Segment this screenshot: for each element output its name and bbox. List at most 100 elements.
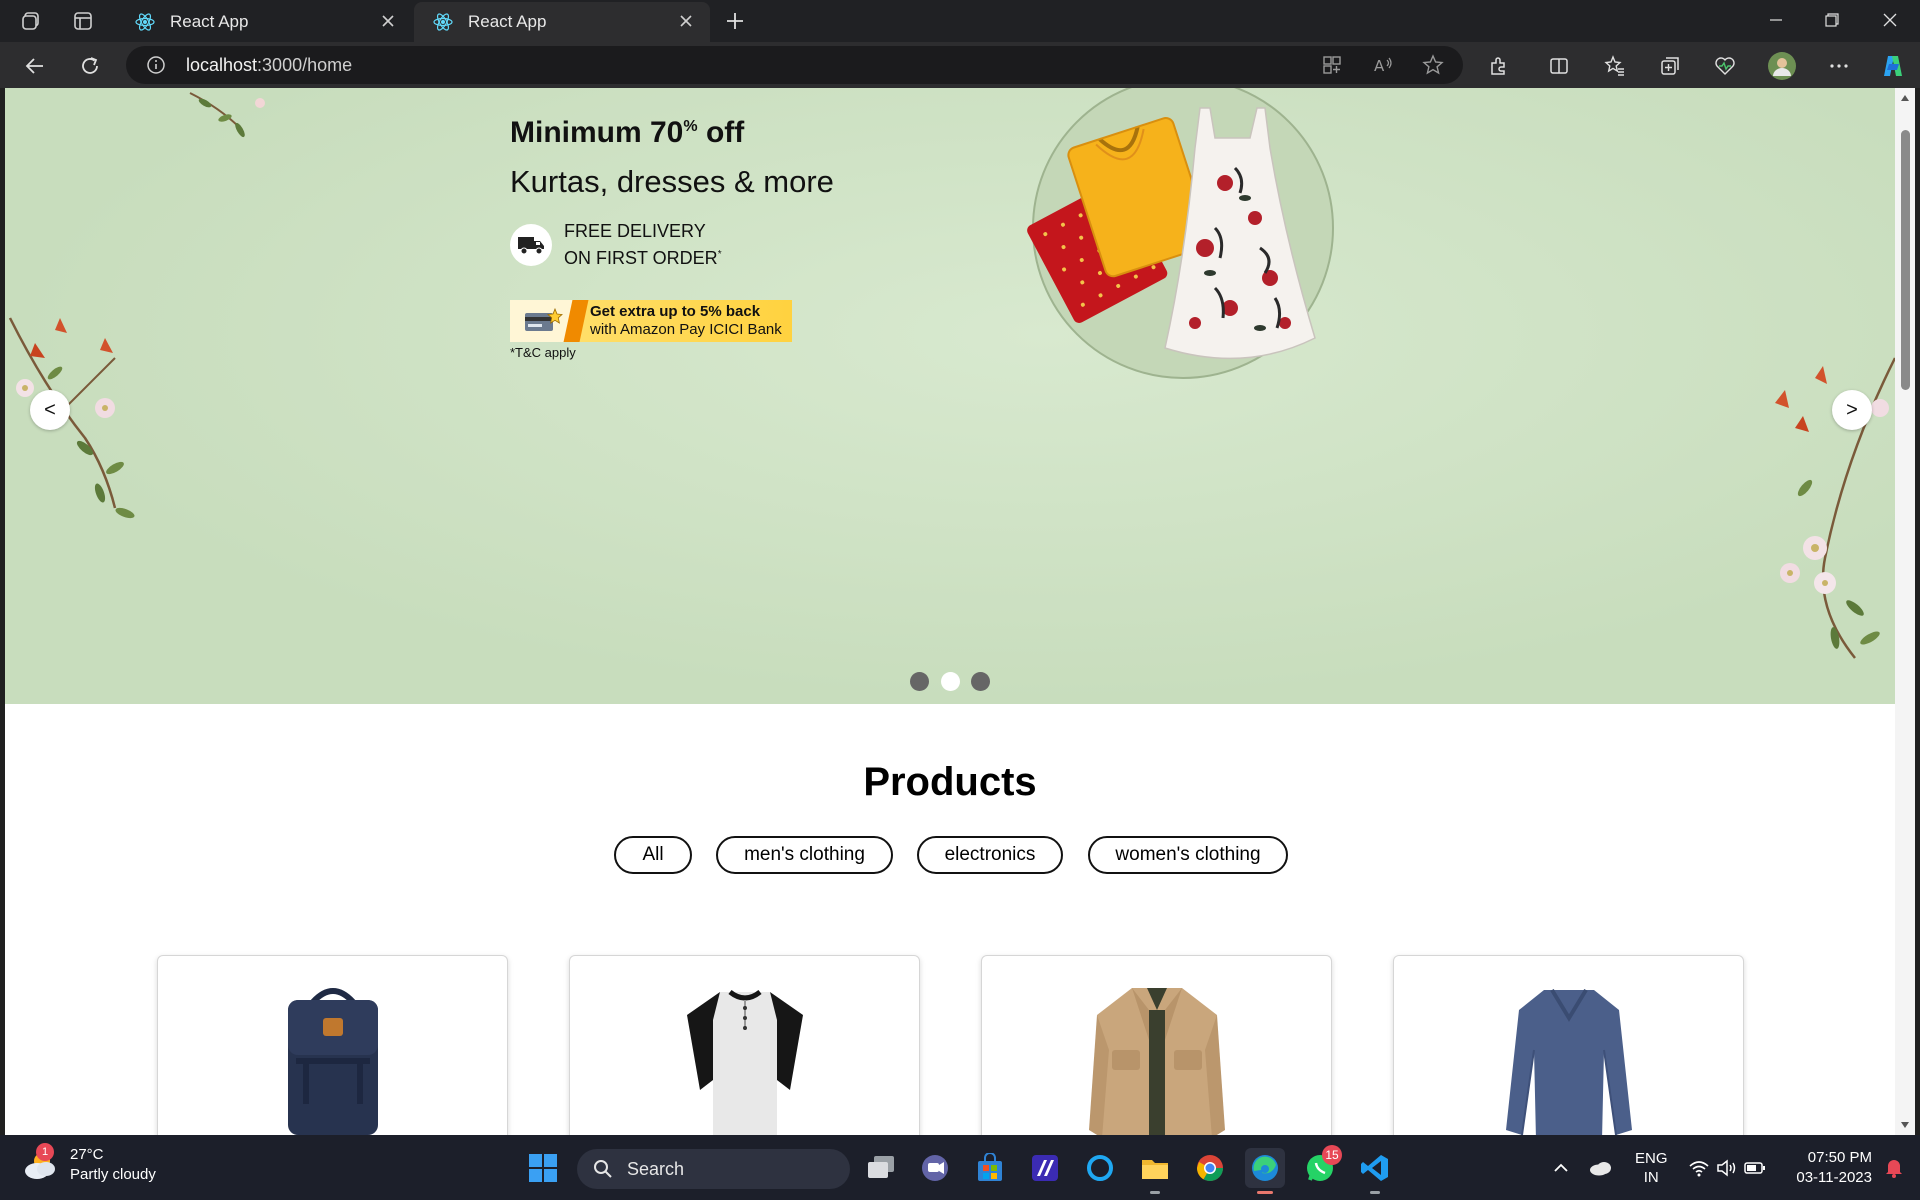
delivery-line-1: FREE DELIVERY [564,221,706,241]
filter-mens-clothing-button[interactable]: men's clothing [716,836,893,874]
bank-offer-strip: Get extra up to 5% back with Amazon Pay … [510,300,792,342]
product-card-jacket[interactable] [981,955,1332,1135]
banner-headline: Minimum 70% off [510,116,834,150]
carousel-dot-2[interactable] [941,672,960,691]
carousel-prev-button[interactable]: < [30,390,70,430]
edge-browser-icon[interactable] [1245,1148,1285,1194]
bank-offer-line-1: Get extra up to 5% back [590,303,761,320]
carousel-dot-3[interactable] [971,672,990,691]
terms-note: *T&C apply [510,345,576,360]
filter-all-button[interactable]: All [614,836,692,874]
product-card-backpack[interactable] [157,955,508,1135]
microsoft-store-icon[interactable] [970,1148,1010,1188]
new-tab-icon[interactable] [722,8,748,34]
close-window-icon[interactable] [1862,0,1918,40]
running-indicator [1257,1191,1273,1194]
filter-electronics-button[interactable]: electronics [917,836,1063,874]
product-card-henley-tshirt[interactable] [569,955,920,1135]
scrollbar-thumb[interactable] [1901,130,1910,390]
search-label: Search [627,1158,685,1179]
restore-icon[interactable] [1804,0,1860,40]
site-info-icon[interactable] [146,55,166,75]
collections-icon[interactable] [1655,51,1685,81]
tab-react-app-2[interactable]: React App [414,2,710,42]
jacket-image [1088,988,1225,1135]
carousel-next-button[interactable]: > [1832,390,1872,430]
running-indicator [1370,1191,1380,1194]
wifi-icon[interactable] [1684,1148,1714,1188]
weather-temperature: 27°C [70,1146,104,1163]
filter-womens-clothing-button[interactable]: women's clothing [1088,836,1288,874]
url-path: :3000/home [257,55,353,75]
onedrive-cloud-icon[interactable] [1582,1148,1620,1188]
react-logo-icon [134,11,156,33]
copilot-icon[interactable] [1878,51,1908,81]
category-filters: All men's clothing electronics women's c… [5,836,1895,874]
split-screen-icon[interactable] [1544,51,1574,81]
browser-essentials-icon[interactable] [1710,51,1740,81]
banner-clothing-image [1027,88,1334,379]
tab-title: React App [468,12,547,31]
address-bar[interactable]: localhost:3000/home A [126,46,1463,84]
url-text[interactable]: localhost:3000/home [186,55,352,76]
tab-react-app-1[interactable]: React App [116,2,412,42]
refresh-icon[interactable] [75,51,105,81]
banner-subheadline: Kurtas, dresses & more [510,164,834,199]
workspaces-icon[interactable] [18,8,44,34]
show-hidden-icons-chevron-icon[interactable] [1542,1148,1580,1188]
flower-decoration-top [189,92,265,138]
volume-icon[interactable] [1712,1148,1742,1188]
profile-avatar[interactable] [1767,51,1797,81]
close-tab-icon[interactable] [676,11,696,31]
app-icon-purple[interactable] [1025,1148,1065,1188]
scroll-up-arrow-icon[interactable] [1900,94,1910,102]
product-card-long-sleeve-tshirt[interactable] [1393,955,1744,1135]
task-view-icon[interactable] [861,1148,901,1188]
minimize-icon[interactable] [1748,0,1804,40]
vscode-icon[interactable] [1355,1148,1395,1194]
weather-alert-badge: 1 [36,1143,54,1161]
extensions-icon[interactable] [1484,51,1514,81]
headline-text: Minimum 70 [510,116,684,149]
battery-icon[interactable] [1740,1148,1770,1188]
scroll-down-arrow-icon[interactable] [1900,1121,1910,1129]
carousel-dot-1[interactable] [910,672,929,691]
file-explorer-icon[interactable] [1135,1148,1175,1194]
bank-offer-line-2: with Amazon Pay ICICI Bank [590,321,782,338]
svg-text:A: A [1374,57,1385,75]
more-options-icon[interactable] [1824,51,1854,81]
region-code: IN [1643,1169,1659,1186]
flower-decoration-right [1775,357,1895,659]
free-delivery-row: FREE DELIVERY ON FIRST ORDER* [510,220,834,270]
app-available-icon[interactable] [1322,55,1342,75]
tab-actions-icon[interactable] [70,8,96,34]
cortana-icon[interactable] [1080,1148,1120,1188]
browser-toolbar: localhost:3000/home A [0,42,1920,88]
favorites-icon[interactable] [1600,51,1630,81]
clock[interactable]: 07:50 PM 03-11-2023 [1788,1148,1872,1188]
backpack-image [287,988,378,1135]
chrome-icon[interactable] [1190,1148,1230,1188]
close-tab-icon[interactable] [378,11,398,31]
notification-bell-icon[interactable] [1878,1148,1910,1188]
teams-chat-icon[interactable] [915,1148,955,1188]
url-host: localhost [186,55,258,75]
page-scrollbar[interactable] [1895,88,1915,1135]
start-button[interactable] [523,1148,563,1188]
language-indicator[interactable]: ENG IN [1635,1149,1668,1187]
read-aloud-icon[interactable]: A [1372,54,1394,76]
whatsapp-icon[interactable]: 15 [1300,1145,1342,1188]
flower-decoration-left [8,317,135,519]
free-delivery-text: FREE DELIVERY ON FIRST ORDER* [564,220,722,270]
clock-time: 07:50 PM [1807,1149,1872,1166]
react-logo-icon [432,11,454,33]
taskbar-search[interactable]: Search [577,1149,850,1189]
credit-card-icon [510,300,576,342]
back-arrow-icon[interactable] [20,51,50,81]
weather-widget[interactable]: 1 27°C Partly cloudy [22,1143,156,1185]
page-viewport: Minimum 70% off Kurtas, dresses & more F… [5,88,1895,1135]
headline-off: off [697,116,745,149]
henley-tshirt-image [686,989,803,1135]
favorite-star-icon[interactable] [1422,54,1444,76]
browser-title-bar: React App React App [0,0,1920,42]
